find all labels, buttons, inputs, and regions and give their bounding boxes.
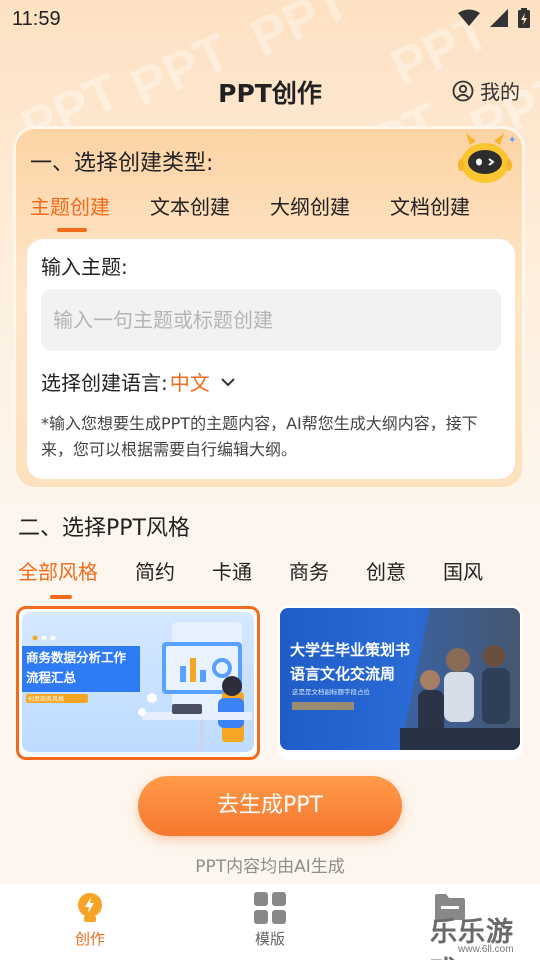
active-tab-indicator [50, 595, 72, 599]
tab-outline-create[interactable]: 大纲创建 [270, 191, 390, 234]
template-thumbnail: 商务数据分析工作 流程汇总 创意商务风格 [22, 612, 254, 752]
nav-item-create[interactable]: 创作 [50, 892, 130, 949]
status-bar: 11:59 [0, 0, 540, 40]
template-card-graduation-plan[interactable]: 大学生毕业策划书 语言文化交流周 这是是文档副标题字段占位 [278, 606, 522, 760]
header: PPT创作 我的 [0, 60, 540, 116]
style-tabs: 全部风格 简约 卡通 商务 创意 国风 [18, 556, 520, 601]
generate-ppt-button[interactable]: 去生成PPT [138, 776, 402, 836]
status-icons [458, 8, 530, 28]
tab-all-styles[interactable]: 全部风格 [18, 556, 98, 601]
nav-item-templates[interactable]: 模版 [230, 892, 310, 949]
my-profile-button[interactable]: 我的 [452, 76, 520, 105]
template-title: 商务数据分析工作 流程汇总 [26, 650, 127, 685]
tab-chinese-style[interactable]: 国风 [443, 556, 483, 601]
ai-disclaimer: PPT内容均由AI生成 [195, 857, 345, 877]
tab-text-create[interactable]: 文本创建 [150, 191, 270, 234]
signal-icon [490, 9, 508, 27]
language-value: 中文 [169, 371, 210, 395]
template-subtitle: 这是是文档副标题字段占位 [292, 688, 370, 696]
template-thumbnail: 大学生毕业策划书 语言文化交流周 这是是文档副标题字段占位 [280, 608, 520, 750]
topic-input-panel: 输入主题: 选择创建语言: 中文 *输入您想要生成PPT的主题内容，AI帮您生成… [27, 239, 515, 479]
create-type-card: 一、选择创建类型: ✦ 主题创建 文本创建 大纲创建 文档创建 输入主题: 选择… [13, 126, 525, 490]
tab-document-create[interactable]: 文档创建 [390, 191, 510, 234]
battery-icon [518, 8, 530, 28]
site-watermark-logo: 乐乐游戏 www.6ll.com [430, 917, 514, 960]
tab-cartoon[interactable]: 卡通 [212, 556, 252, 601]
my-profile-label: 我的 [480, 80, 520, 104]
hint-text: *输入您想要生成PPT的主题内容，AI帮您生成大纲内容，接下来，您可以根据需要自… [41, 414, 478, 459]
template-badge [292, 702, 354, 710]
robot-mascot-icon: ✦ [458, 133, 516, 183]
language-label: 选择创建语言: [41, 371, 168, 395]
chevron-down-icon [221, 377, 235, 386]
svg-text:✦: ✦ [508, 135, 516, 146]
topic-input-label: 输入主题: [41, 255, 128, 279]
tab-business[interactable]: 商务 [289, 556, 329, 601]
create-type-tabs: 主题创建 文本创建 大纲创建 文档创建 [30, 191, 510, 234]
user-icon [452, 80, 474, 101]
step2-title: 二、选择PPT风格 [18, 516, 190, 541]
wifi-icon [458, 9, 480, 26]
template-badge-text: 创意商务风格 [28, 696, 65, 703]
template-card-business-data[interactable]: 商务数据分析工作 流程汇总 创意商务风格 [16, 606, 260, 760]
tab-simple[interactable]: 简约 [135, 556, 175, 601]
grid-icon [254, 892, 286, 924]
status-time: 11:59 [12, 8, 61, 30]
active-tab-indicator [57, 228, 87, 232]
step1-title: 一、选择创建类型: [30, 151, 214, 176]
topic-input[interactable] [41, 289, 501, 351]
template-title: 大学生毕业策划书 语言文化交流周 [290, 641, 411, 683]
tab-topic-create[interactable]: 主题创建 [30, 191, 150, 234]
language-selector[interactable]: 选择创建语言: 中文 [41, 367, 236, 396]
lightning-bulb-icon [78, 893, 102, 922]
tab-creative[interactable]: 创意 [366, 556, 406, 601]
